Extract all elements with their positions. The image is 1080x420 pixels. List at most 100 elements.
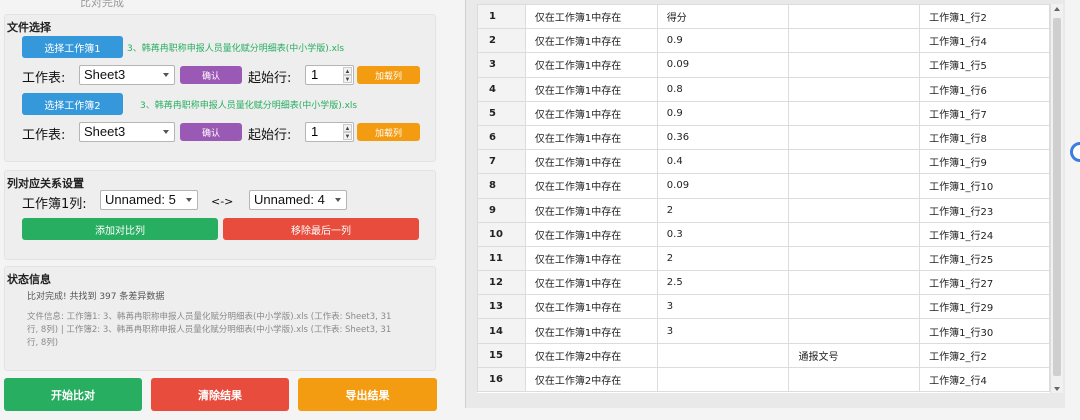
row-number-cell[interactable]: 16: [477, 366, 526, 393]
table-row[interactable]: 9 仅在工作簿1中存在 2 工作簿1_行23: [477, 197, 1050, 223]
status-cell[interactable]: 仅在工作簿2中存在: [524, 366, 658, 393]
workbook2-value-cell[interactable]: [788, 52, 921, 78]
location-cell[interactable]: 工作簿1_行10: [919, 173, 1050, 199]
workbook2-value-cell[interactable]: [788, 4, 921, 30]
table-row[interactable]: 3 仅在工作簿1中存在 0.09 工作簿1_行5: [477, 52, 1050, 78]
location-cell[interactable]: 工作簿1_行8: [919, 124, 1050, 151]
status-cell[interactable]: 仅在工作簿1中存在: [524, 149, 658, 175]
spin-up-icon[interactable]: ▲: [343, 124, 352, 132]
workbook1-value-cell[interactable]: [656, 366, 790, 393]
status-cell[interactable]: 仅在工作簿1中存在: [524, 28, 658, 54]
location-cell[interactable]: 工作簿2_行2: [919, 342, 1050, 368]
status-cell[interactable]: 仅在工作簿2中存在: [524, 342, 658, 368]
table-row[interactable]: 4 仅在工作簿1中存在 0.8 工作簿1_行6: [477, 76, 1050, 102]
location-cell[interactable]: 工作簿1_行6: [919, 76, 1050, 102]
results-table[interactable]: 1 仅在工作簿1中存在 得分 工作簿1_行2 2 仅在工作簿1中存在 0.9 工作簿1_行4 3…: [477, 4, 1050, 393]
workbook1-value-cell[interactable]: 得分: [656, 4, 790, 30]
row-number-cell[interactable]: 7: [477, 149, 526, 175]
status-cell[interactable]: 仅在工作簿1中存在: [524, 52, 658, 78]
workbook2-value-cell[interactable]: [788, 294, 921, 320]
confirm-sheet2-button[interactable]: 确认: [180, 123, 242, 141]
workbook1-value-cell[interactable]: 3: [656, 318, 790, 344]
workbook1-value-cell[interactable]: 3: [656, 294, 790, 320]
workbook1-column-select[interactable]: Unnamed: 5: [100, 190, 198, 210]
location-cell[interactable]: 工作簿1_行25: [919, 245, 1050, 272]
select-workbook2-button[interactable]: 选择工作簿2: [22, 93, 123, 115]
table-row[interactable]: 15 仅在工作簿2中存在 通报文号 工作簿2_行2: [477, 342, 1050, 368]
load-columns2-button[interactable]: 加载列: [357, 123, 420, 141]
start-compare-button[interactable]: 开始比对: [4, 378, 142, 411]
workbook1-value-cell[interactable]: 2: [656, 245, 790, 272]
row-number-cell[interactable]: 1: [477, 4, 526, 30]
table-row[interactable]: 16 仅在工作簿2中存在 工作簿2_行4: [477, 366, 1050, 393]
spin-down-icon[interactable]: ▼: [343, 132, 352, 140]
row-number-cell[interactable]: 15: [477, 342, 526, 368]
row-number-cell[interactable]: 10: [477, 221, 526, 247]
workbook2-value-cell[interactable]: [788, 366, 921, 393]
table-row[interactable]: 13 仅在工作簿1中存在 3 工作簿1_行29: [477, 294, 1050, 320]
status-cell[interactable]: 仅在工作簿1中存在: [524, 245, 658, 272]
workbook1-value-cell[interactable]: 0.09: [656, 52, 790, 78]
status-cell[interactable]: 仅在工作簿1中存在: [524, 270, 658, 296]
workbook1-value-cell[interactable]: 0.36: [656, 124, 790, 151]
workbook2-column-select[interactable]: Unnamed: 4: [249, 190, 347, 210]
workbook2-value-cell[interactable]: 通报文号: [788, 342, 921, 368]
confirm-sheet1-button[interactable]: 确认: [180, 66, 242, 84]
status-cell[interactable]: 仅在工作簿1中存在: [524, 221, 658, 247]
workbook1-value-cell[interactable]: 0.4: [656, 149, 790, 175]
scrollbar-thumb[interactable]: [1053, 18, 1061, 376]
table-row[interactable]: 5 仅在工作簿1中存在 0.9 工作簿1_行7: [477, 100, 1050, 126]
scroll-up-icon[interactable]: [1054, 7, 1060, 11]
location-cell[interactable]: 工作簿1_行29: [919, 294, 1050, 320]
workbook1-value-cell[interactable]: 0.3: [656, 221, 790, 247]
workbook1-value-cell[interactable]: 0.09: [656, 173, 790, 199]
select-workbook1-button[interactable]: 选择工作簿1: [22, 36, 123, 58]
row-number-cell[interactable]: 2: [477, 28, 526, 54]
workbook2-value-cell[interactable]: [788, 124, 921, 151]
table-row[interactable]: 8 仅在工作簿1中存在 0.09 工作簿1_行10: [477, 173, 1050, 199]
remove-last-column-button[interactable]: 移除最后一列: [223, 218, 419, 240]
table-row[interactable]: 12 仅在工作簿1中存在 2.5 工作簿1_行27: [477, 270, 1050, 296]
row-number-cell[interactable]: 3: [477, 52, 526, 78]
row-number-cell[interactable]: 14: [477, 318, 526, 344]
row-number-cell[interactable]: 6: [477, 124, 526, 151]
location-cell[interactable]: 工作簿1_行9: [919, 149, 1050, 175]
workbook2-value-cell[interactable]: [788, 149, 921, 175]
row-number-cell[interactable]: 5: [477, 100, 526, 126]
workbook2-value-cell[interactable]: [788, 197, 921, 223]
row-number-cell[interactable]: 8: [477, 173, 526, 199]
workbook1-value-cell[interactable]: 2: [656, 197, 790, 223]
status-cell[interactable]: 仅在工作簿1中存在: [524, 318, 658, 344]
table-row[interactable]: 10 仅在工作簿1中存在 0.3 工作簿1_行24: [477, 221, 1050, 247]
table-row[interactable]: 1 仅在工作簿1中存在 得分 工作簿1_行2: [477, 4, 1050, 30]
workbook1-value-cell[interactable]: 0.9: [656, 28, 790, 54]
workbook2-value-cell[interactable]: [788, 318, 921, 344]
start-row1-spinbox[interactable]: 1 ▲ ▼: [305, 65, 354, 85]
row-number-cell[interactable]: 12: [477, 270, 526, 296]
spin-down-icon[interactable]: ▼: [343, 75, 352, 83]
location-cell[interactable]: 工作簿1_行7: [919, 100, 1050, 126]
location-cell[interactable]: 工作簿1_行4: [919, 28, 1050, 54]
row-number-cell[interactable]: 9: [477, 197, 526, 223]
floating-assistant-icon[interactable]: [1070, 142, 1080, 162]
status-cell[interactable]: 仅在工作簿1中存在: [524, 4, 658, 30]
sheet1-select[interactable]: Sheet3: [79, 65, 175, 85]
location-cell[interactable]: 工作簿2_行4: [919, 366, 1050, 393]
location-cell[interactable]: 工作簿1_行2: [919, 4, 1050, 30]
row-number-cell[interactable]: 13: [477, 294, 526, 320]
location-cell[interactable]: 工作簿1_行24: [919, 221, 1050, 247]
table-row[interactable]: 14 仅在工作簿1中存在 3 工作簿1_行30: [477, 318, 1050, 344]
table-row[interactable]: 7 仅在工作簿1中存在 0.4 工作簿1_行9: [477, 149, 1050, 175]
status-cell[interactable]: 仅在工作簿1中存在: [524, 173, 658, 199]
table-row[interactable]: 2 仅在工作簿1中存在 0.9 工作簿1_行4: [477, 28, 1050, 54]
location-cell[interactable]: 工作簿1_行30: [919, 318, 1050, 344]
load-columns1-button[interactable]: 加载列: [357, 66, 420, 84]
table-row[interactable]: 11 仅在工作簿1中存在 2 工作簿1_行25: [477, 245, 1050, 272]
export-results-button[interactable]: 导出结果: [298, 378, 437, 411]
workbook2-value-cell[interactable]: [788, 245, 921, 272]
workbook1-value-cell[interactable]: [656, 342, 790, 368]
workbook1-value-cell[interactable]: 0.9: [656, 100, 790, 126]
location-cell[interactable]: 工作簿1_行27: [919, 270, 1050, 296]
workbook1-value-cell[interactable]: 0.8: [656, 76, 790, 102]
status-cell[interactable]: 仅在工作簿1中存在: [524, 124, 658, 151]
